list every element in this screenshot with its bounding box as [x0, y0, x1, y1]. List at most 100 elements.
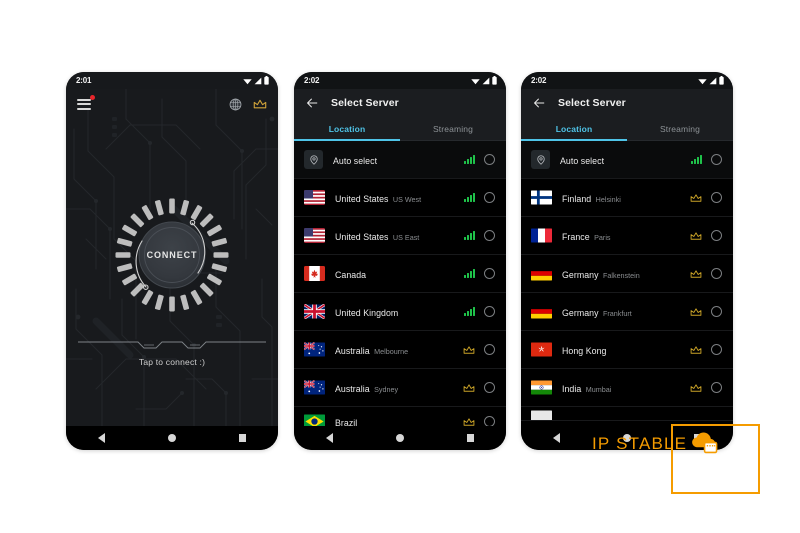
list-item-text: Australia Sydney — [335, 379, 463, 397]
list-item[interactable]: Brazil — [294, 407, 506, 426]
server-radio-button[interactable] — [711, 344, 722, 355]
signal-strength-icon — [464, 231, 475, 240]
tab-streaming[interactable]: Streaming — [400, 117, 506, 140]
list-item[interactable] — [521, 407, 733, 421]
notification-dot — [90, 94, 95, 100]
nav-recents-icon[interactable] — [466, 434, 475, 442]
nav-home-icon[interactable] — [395, 434, 404, 442]
server-radio-button[interactable] — [711, 382, 722, 393]
phone1-status-bar: 2:01 — [66, 72, 278, 89]
server-name: United Kingdom — [335, 307, 399, 318]
list-item-indicators — [690, 382, 722, 393]
nav-back-icon[interactable] — [552, 433, 560, 443]
location-pin-icon — [304, 150, 323, 169]
server-region: Frankfurt — [602, 308, 632, 318]
flag-icon — [304, 414, 325, 426]
list-item-text: Auto select — [333, 151, 464, 169]
list-item-text: Canada — [335, 265, 464, 283]
hamburger-menu-icon[interactable] — [77, 94, 95, 110]
server-radio-button[interactable] — [484, 382, 495, 393]
list-item[interactable]: Finland Helsinki — [521, 179, 733, 217]
signal-strength-icon — [691, 155, 702, 164]
crown-icon — [690, 307, 702, 316]
list-item[interactable]: Canada — [294, 255, 506, 293]
tab-streaming[interactable]: Streaming — [627, 117, 733, 140]
list-item[interactable]: United States US East — [294, 217, 506, 255]
signal-strength-icon — [464, 307, 475, 316]
list-item-text: Finland Helsinki — [562, 189, 690, 207]
list-item-text: Germany Frankfurt — [562, 303, 690, 321]
connect-button-label: CONNECT — [146, 250, 198, 260]
crown-icon — [463, 417, 475, 426]
nav-back-icon[interactable] — [97, 433, 105, 443]
list-item[interactable]: Australia Melbourne — [294, 331, 506, 369]
list-item[interactable]: India Mumbai — [521, 369, 733, 407]
connect-dial[interactable]: CONNECT — [114, 197, 230, 313]
list-item[interactable]: France Paris — [521, 217, 733, 255]
list-item[interactable]: Germany Falkenstein — [521, 255, 733, 293]
connect-hint-text: Tap to connect :) — [138, 357, 206, 367]
server-name: India — [562, 383, 582, 394]
phone1-navigation-bar — [66, 426, 278, 450]
signal-icon — [254, 77, 262, 84]
list-item[interactable]: Australia Sydney — [294, 369, 506, 407]
server-radio-button[interactable] — [711, 230, 722, 241]
page-title: Select Server — [558, 97, 626, 109]
list-item[interactable]: Auto select — [294, 141, 506, 179]
list-item[interactable]: Hong Kong — [521, 331, 733, 369]
tab-location[interactable]: Location — [521, 117, 627, 141]
server-name: Finland — [562, 193, 592, 204]
battery-icon — [719, 76, 724, 85]
server-radio-button[interactable] — [484, 230, 495, 241]
nav-home-icon[interactable] — [167, 434, 176, 442]
list-item[interactable]: Germany Frankfurt — [521, 293, 733, 331]
phone2-screen: 2:02 Select Server Location Streaming Au… — [294, 72, 506, 450]
server-radio-button[interactable] — [484, 344, 495, 355]
server-radio-button[interactable] — [484, 268, 495, 279]
server-radio-button[interactable] — [484, 416, 495, 426]
list-item-text: United Kingdom — [335, 303, 464, 321]
flag-icon — [531, 266, 552, 281]
crown-icon — [690, 345, 702, 354]
phone3-screen: 2:02 Select Server Location Streaming Au… — [521, 72, 733, 450]
server-radio-button[interactable] — [711, 306, 722, 317]
server-radio-button[interactable] — [711, 154, 722, 165]
tab-location[interactable]: Location — [294, 117, 400, 141]
list-item[interactable]: Auto select — [521, 141, 733, 179]
phone2-status-bar: 2:02 — [294, 72, 506, 89]
nav-back-icon[interactable] — [325, 433, 333, 443]
phone-mockup-server-list-a: 2:02 Select Server Location Streaming Au… — [294, 72, 506, 450]
list-item-indicators — [464, 306, 495, 317]
crown-icon[interactable] — [253, 98, 267, 110]
server-name: Canada — [335, 269, 367, 280]
phone1-screen: 2:01 CONNECT Tap to connect:) — [66, 72, 278, 450]
status-system-icons — [243, 76, 269, 85]
nav-recents-icon[interactable] — [238, 434, 247, 442]
watermark-text: IP STABLE — [592, 433, 688, 453]
phone2-app-bar: Select Server — [294, 89, 506, 117]
arrow-back-icon[interactable] — [533, 97, 545, 109]
arrow-back-icon[interactable] — [306, 97, 318, 109]
server-name: Auto select — [560, 155, 605, 166]
phone2-server-list[interactable]: Auto select United States US West United… — [294, 141, 506, 426]
list-item-indicators — [690, 268, 722, 279]
flag-icon — [531, 380, 552, 395]
flag-icon — [304, 266, 325, 281]
phone-mockup-connect: 2:01 CONNECT Tap to connect:) — [66, 72, 278, 450]
location-pin-icon — [531, 150, 550, 169]
server-region: US East — [392, 232, 420, 242]
server-radio-button[interactable] — [484, 192, 495, 203]
server-radio-button[interactable] — [484, 306, 495, 317]
server-radio-button[interactable] — [484, 154, 495, 165]
server-region: Melbourne — [374, 346, 409, 356]
signal-strength-icon — [464, 269, 475, 278]
server-name: Brazil — [335, 417, 358, 427]
list-item[interactable]: United Kingdom — [294, 293, 506, 331]
globe-icon[interactable] — [229, 98, 242, 111]
cloud-server-icon — [692, 432, 718, 454]
server-radio-button[interactable] — [711, 268, 722, 279]
phone3-server-list[interactable]: Auto select Finland Helsinki France Pari… — [521, 141, 733, 426]
server-radio-button[interactable] — [711, 192, 722, 203]
list-item[interactable]: United States US West — [294, 179, 506, 217]
list-item-indicators — [691, 154, 722, 165]
